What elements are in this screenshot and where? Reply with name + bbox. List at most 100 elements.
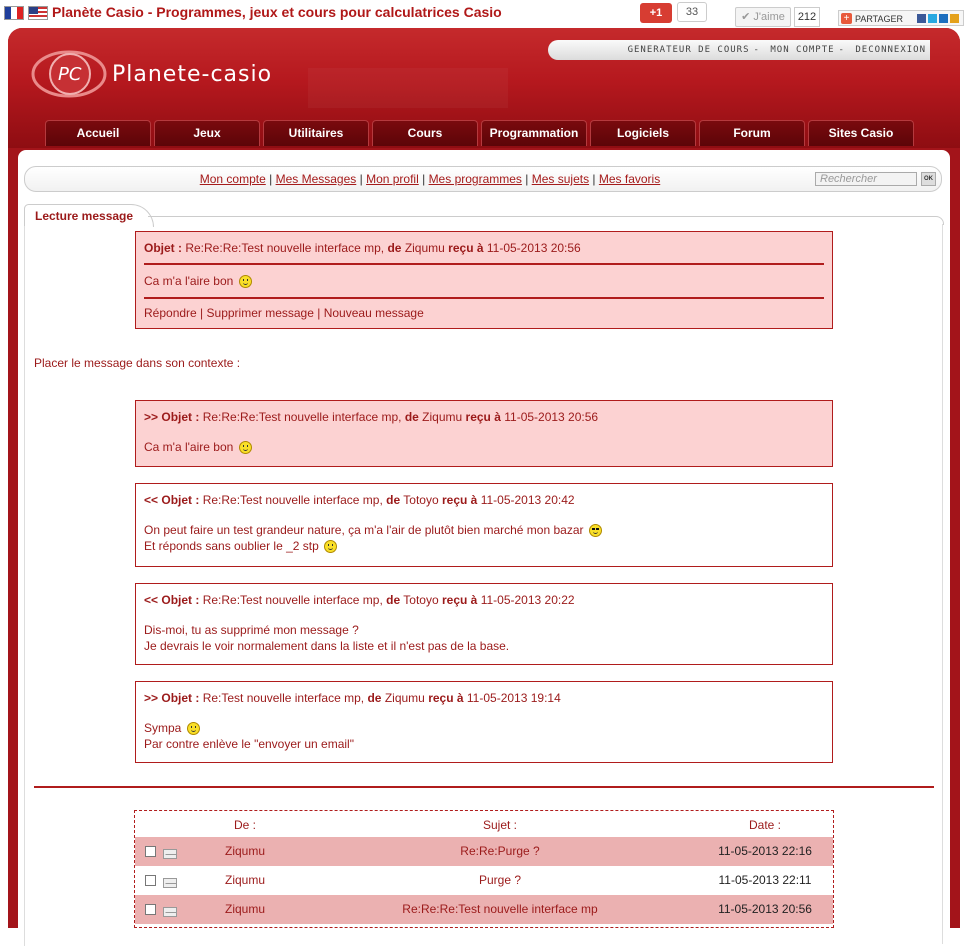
subject-label: Objet : bbox=[161, 493, 200, 507]
message-line: Et réponds sans oublier le _2 stp bbox=[144, 538, 824, 554]
reply-link[interactable]: Répondre bbox=[144, 306, 197, 320]
facebook-like-button[interactable]: ✔ J'aime bbox=[735, 7, 791, 27]
row-sender[interactable]: Ziqumu bbox=[175, 873, 315, 887]
message-date: 11-05-2013 20:42 bbox=[480, 493, 575, 507]
link-mes-favoris[interactable]: Mes favoris bbox=[599, 172, 660, 186]
top-link-course-generator[interactable]: GENERATEUR DE COURS bbox=[628, 45, 750, 55]
section-divider bbox=[34, 786, 934, 788]
nav-tab-utilitaires[interactable]: Utilitaires bbox=[263, 120, 369, 146]
direction-marker: >> bbox=[144, 410, 159, 424]
column-header-from[interactable]: De : bbox=[175, 818, 315, 832]
row-checkbox[interactable] bbox=[145, 904, 156, 915]
nav-tab-sites-casio[interactable]: Sites Casio bbox=[808, 120, 914, 146]
nav-tab-accueil[interactable]: Accueil bbox=[45, 120, 151, 146]
current-message: Objet : Re:Re:Re:Test nouvelle interface… bbox=[135, 231, 833, 329]
table-header: De : Sujet : Date : bbox=[135, 811, 833, 837]
message-text: Par contre enlève le "envoyer un email" bbox=[144, 737, 354, 751]
row-checkbox[interactable] bbox=[145, 875, 156, 886]
top-link-account[interactable]: MON COMPTE bbox=[770, 45, 834, 55]
table-row[interactable]: Ziqumu Re:Re:Purge ? 11-05-2013 22:16 bbox=[135, 837, 833, 866]
favorites-icon bbox=[950, 14, 959, 23]
like-count: 212 bbox=[794, 7, 820, 27]
link-mon-compte[interactable]: Mon compte bbox=[200, 172, 266, 186]
svg-text:PC: PC bbox=[58, 64, 82, 85]
message-sender: Ziqumu bbox=[422, 410, 463, 424]
message-subject: Re:Re:Re:Test nouvelle interface mp, bbox=[202, 410, 402, 424]
row-sender[interactable]: Ziqumu bbox=[175, 844, 315, 858]
windows-icon bbox=[939, 14, 948, 23]
section-title: Lecture message bbox=[24, 204, 154, 227]
message-subject: Re:Re:Re:Test nouvelle interface mp, bbox=[185, 241, 385, 255]
search-input[interactable]: Rechercher bbox=[815, 172, 917, 186]
row-sender[interactable]: Ziqumu bbox=[175, 902, 315, 916]
smile-icon bbox=[186, 722, 200, 735]
subject-label: Objet : bbox=[161, 691, 200, 705]
table-row[interactable]: Ziqumu Purge ? 11-05-2013 22:11 bbox=[135, 866, 833, 895]
facebook-icon bbox=[917, 14, 926, 23]
planete-casio-logo-icon[interactable]: PC bbox=[30, 46, 108, 102]
thread-message-body: Ca m'a l'aire bon bbox=[136, 425, 832, 463]
smile-icon bbox=[238, 441, 252, 454]
column-header-subject[interactable]: Sujet : bbox=[345, 818, 655, 832]
column-header-date[interactable]: Date : bbox=[695, 818, 833, 832]
new-message-link[interactable]: Nouveau message bbox=[324, 306, 424, 320]
logo-text: Planete-casio bbox=[112, 62, 273, 87]
message-text: Je devrais le voir normalement dans la l… bbox=[144, 639, 510, 653]
thread-message-body: Dis-moi, tu as supprimé mon message ? Je … bbox=[136, 608, 832, 662]
thread-message-header: >> Objet : Re:Test nouvelle interface mp… bbox=[136, 682, 832, 706]
received-label: reçu à bbox=[448, 241, 484, 255]
message-sender: Ziqumu bbox=[384, 691, 425, 705]
received-label: reçu à bbox=[441, 593, 478, 607]
top-bar: Planète Casio - Programmes, jeux et cour… bbox=[0, 0, 968, 28]
account-links: Mon compte | Mes Messages | Mon profil |… bbox=[199, 172, 661, 186]
message-line: Sympa bbox=[144, 720, 824, 736]
nav-tab-logiciels[interactable]: Logiciels bbox=[590, 120, 696, 146]
message-date: 11-05-2013 20:56 bbox=[486, 241, 581, 255]
from-label: de bbox=[386, 493, 401, 507]
row-subject[interactable]: Re:Re:Re:Test nouvelle interface mp bbox=[345, 902, 655, 916]
section-border-left bbox=[24, 226, 25, 946]
thread-message: >> Objet : Re:Test nouvelle interface mp… bbox=[135, 681, 833, 763]
link-mon-profil[interactable]: Mon profil bbox=[366, 172, 419, 186]
message-text: Dis-moi, tu as supprimé mon message ? bbox=[144, 623, 359, 637]
table-row[interactable]: Ziqumu Re:Re:Re:Test nouvelle interface … bbox=[135, 895, 833, 924]
message-text: Et réponds sans oublier le _2 stp bbox=[144, 539, 319, 553]
subject-label: Objet : bbox=[144, 241, 182, 255]
direction-marker: >> bbox=[144, 691, 159, 705]
french-flag-icon[interactable] bbox=[4, 6, 24, 20]
thread-message-header: << Objet : Re:Re:Test nouvelle interface… bbox=[136, 584, 832, 608]
row-subject[interactable]: Purge ? bbox=[345, 873, 655, 887]
nav-tab-programmation[interactable]: Programmation bbox=[481, 120, 587, 146]
site-frame: GENERATEUR DE COURS - MON COMPTE - DECONNE… bbox=[8, 28, 960, 946]
row-subject[interactable]: Re:Re:Purge ? bbox=[345, 844, 655, 858]
message-body: Ca m'a l'aire bon bbox=[136, 265, 832, 297]
nav-tab-cours[interactable]: Cours bbox=[372, 120, 478, 146]
main-nav: Accueil Jeux Utilitaires Cours Programma… bbox=[45, 120, 914, 146]
received-label: reçu à bbox=[465, 410, 501, 424]
message-date: 11-05-2013 20:56 bbox=[504, 410, 599, 424]
english-flag-icon[interactable] bbox=[28, 6, 48, 20]
row-checkbox[interactable] bbox=[145, 846, 156, 857]
link-mes-messages[interactable]: Mes Messages bbox=[276, 172, 357, 186]
direction-marker: << bbox=[144, 593, 159, 607]
google-plus-button[interactable]: +1 bbox=[640, 3, 672, 23]
share-button[interactable]: PARTAGER bbox=[838, 10, 964, 26]
delete-message-link[interactable]: Supprimer message bbox=[207, 306, 314, 320]
link-mes-programmes[interactable]: Mes programmes bbox=[429, 172, 522, 186]
google-plus-count: 33 bbox=[677, 2, 707, 22]
nav-tab-forum[interactable]: Forum bbox=[699, 120, 805, 146]
row-date: 11-05-2013 22:11 bbox=[718, 873, 812, 887]
nav-tab-jeux[interactable]: Jeux bbox=[154, 120, 260, 146]
like-label: J'aime bbox=[753, 11, 785, 23]
smile-icon bbox=[324, 540, 338, 553]
subject-label: Objet : bbox=[161, 593, 200, 607]
smile-icon bbox=[238, 275, 252, 288]
from-label: de bbox=[386, 593, 401, 607]
share-label: PARTAGER bbox=[855, 14, 904, 24]
top-link-logout[interactable]: DECONNEXION bbox=[855, 45, 926, 55]
section-border bbox=[148, 216, 944, 225]
link-mes-sujets[interactable]: Mes sujets bbox=[532, 172, 589, 186]
search-button[interactable]: OK bbox=[921, 172, 936, 186]
received-label: reçu à bbox=[441, 493, 478, 507]
thread-message-header: >> Objet : Re:Re:Re:Test nouvelle interf… bbox=[136, 401, 832, 425]
